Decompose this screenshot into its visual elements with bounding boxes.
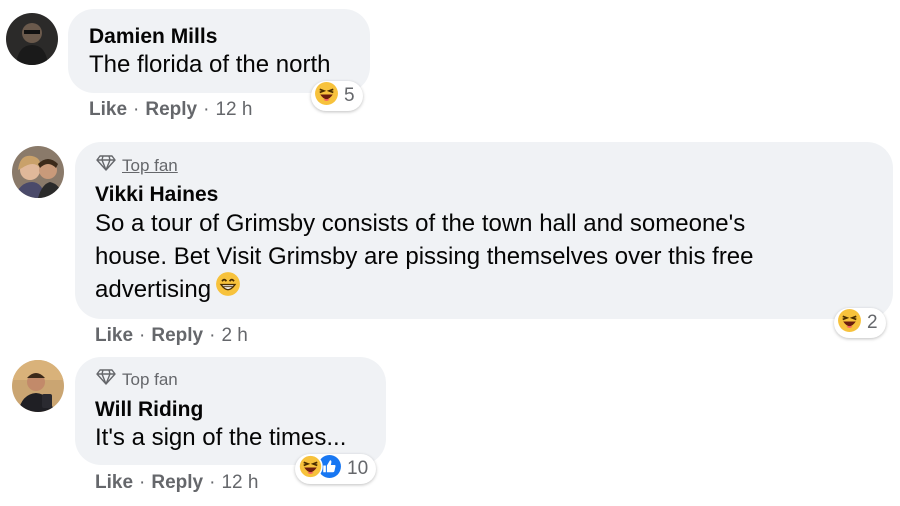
separator: · xyxy=(203,99,210,120)
reaction-count: 2 xyxy=(867,312,878,333)
top-fan-label: Top fan xyxy=(122,155,178,175)
top-fan-label: Top fan xyxy=(122,369,178,389)
separator: · xyxy=(139,472,146,493)
timestamp[interactable]: 12 h xyxy=(221,472,258,494)
like-button[interactable]: Like xyxy=(95,472,133,494)
haha-icon xyxy=(298,453,323,485)
grinning-smile-emoji-icon xyxy=(215,271,241,306)
avatar[interactable] xyxy=(12,360,64,412)
avatar[interactable] xyxy=(12,146,64,198)
comment-actions: Like · Reply · 12 h xyxy=(95,472,258,494)
like-button[interactable]: Like xyxy=(89,99,127,121)
timestamp[interactable]: 2 h xyxy=(221,325,247,347)
reaction-summary[interactable]: 10 xyxy=(295,453,377,485)
comment-text: So a tour of Grimsby consists of the tow… xyxy=(95,207,885,308)
top-fan-badge[interactable]: Top fan xyxy=(96,369,178,390)
reaction-summary[interactable]: 5 xyxy=(311,81,363,111)
reply-button[interactable]: Reply xyxy=(151,472,203,494)
haha-icon xyxy=(314,81,339,112)
separator: · xyxy=(133,99,140,120)
separator: · xyxy=(209,472,216,493)
reaction-count: 5 xyxy=(344,85,355,106)
separator: · xyxy=(209,325,216,346)
reaction-count: 10 xyxy=(347,458,369,479)
separator: · xyxy=(139,325,146,346)
haha-icon xyxy=(837,308,862,339)
diamond-icon xyxy=(96,155,116,176)
comment-author[interactable]: Damien Mills xyxy=(89,25,217,49)
comment-actions: Like · Reply · 2 h xyxy=(95,325,248,347)
timestamp[interactable]: 12 h xyxy=(215,99,252,121)
diamond-icon xyxy=(96,369,116,390)
comment-text-line-last: advertising xyxy=(95,271,885,308)
comment-text-line: So a tour of Grimsby consists of the tow… xyxy=(95,210,746,237)
comment-text: The florida of the north xyxy=(89,51,331,78)
like-button[interactable]: Like xyxy=(95,325,133,347)
comment-text-line: house. Bet Visit Grimsby are pissing the… xyxy=(95,243,754,270)
comment-text: It's a sign of the times... xyxy=(95,424,347,451)
reply-button[interactable]: Reply xyxy=(145,99,197,121)
comment-actions: Like · Reply · 12 h xyxy=(89,99,252,121)
reaction-summary[interactable]: 2 xyxy=(834,308,886,338)
top-fan-badge[interactable]: Top fan xyxy=(96,155,178,176)
comment-text-line: advertising xyxy=(95,276,212,303)
reply-button[interactable]: Reply xyxy=(151,325,203,347)
comment-author[interactable]: Vikki Haines xyxy=(95,183,218,207)
comment-author[interactable]: Will Riding xyxy=(95,398,203,422)
avatar[interactable] xyxy=(6,13,58,65)
